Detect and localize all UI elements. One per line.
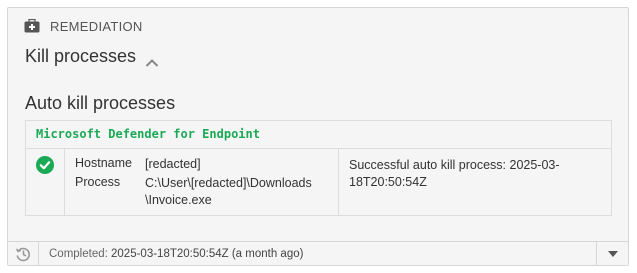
chevron-up-icon[interactable]	[145, 52, 159, 67]
section-kill-processes[interactable]: Kill processes	[25, 46, 159, 67]
process-value-line1: C:\User\[redacted]\Downloads	[145, 176, 312, 190]
process-value-line2: \Invoice.exe	[145, 193, 212, 207]
history-icon[interactable]	[8, 241, 39, 266]
status-cell	[26, 149, 65, 215]
result-cell: Successful auto kill process: 2025-03-18…	[349, 158, 560, 189]
caret-down-icon[interactable]	[596, 242, 628, 266]
check-circle-icon	[36, 156, 54, 174]
completed-status: Completed: 2025-03-18T20:50:54Z (a month…	[39, 248, 303, 260]
subsection-title: Auto kill processes	[25, 93, 176, 113]
table-row: Hostname [redacted] Process C:\User\[red…	[26, 149, 611, 215]
completed-label: Completed:	[49, 247, 108, 260]
details-cell: Hostname [redacted] Process C:\User\[red…	[65, 149, 339, 215]
section-title: Kill processes	[25, 46, 137, 66]
remediation-card: REMEDIATION Kill processes Auto kill pro…	[7, 7, 629, 266]
process-label: Process	[75, 175, 121, 189]
completed-value: 2025-03-18T20:50:54Z (a month ago)	[111, 247, 304, 260]
first-aid-kit-icon	[24, 18, 40, 33]
hostname-label: Hostname	[75, 156, 132, 170]
card-footer: Completed: 2025-03-18T20:50:54Z (a month…	[8, 241, 628, 266]
header-label: REMEDIATION	[50, 18, 143, 34]
kill-process-table: Microsoft Defender for Endpoint Hostname…	[25, 120, 612, 216]
provider-name: Microsoft Defender for Endpoint	[26, 121, 611, 149]
card-header: REMEDIATION	[24, 17, 143, 35]
hostname-value: [redacted]	[145, 157, 201, 171]
